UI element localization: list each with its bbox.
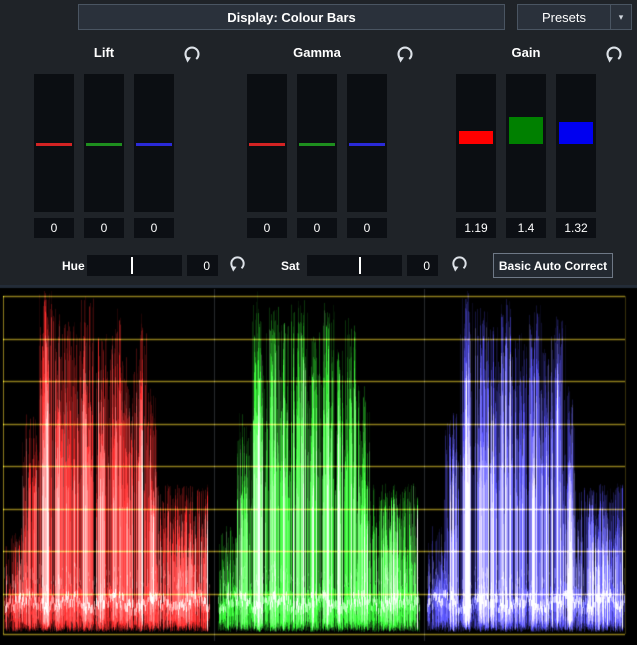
lift-blue-value[interactable]: 0 bbox=[134, 218, 174, 238]
reset-icon bbox=[604, 44, 624, 64]
red-slider-handle[interactable] bbox=[459, 131, 493, 144]
lift-blue-slider[interactable] bbox=[134, 74, 174, 212]
sat-value[interactable]: 0 bbox=[407, 255, 438, 276]
lift-red-slider[interactable] bbox=[34, 74, 74, 212]
gamma-blue-value[interactable]: 0 bbox=[347, 218, 387, 238]
presets-dropdown-arrow[interactable]: ▾ bbox=[610, 5, 631, 29]
presets-split-button[interactable]: Presets ▾ bbox=[517, 4, 632, 30]
reset-icon bbox=[450, 254, 469, 273]
green-slider-handle[interactable] bbox=[299, 143, 335, 146]
red-slider-handle[interactable] bbox=[36, 143, 72, 146]
hue-reset-button[interactable] bbox=[228, 254, 248, 274]
hue-slider[interactable] bbox=[87, 255, 182, 276]
rgb-parade-waveform bbox=[0, 285, 637, 645]
gamma-red-value[interactable]: 0 bbox=[247, 218, 287, 238]
presets-button[interactable]: Presets bbox=[518, 5, 610, 29]
gain-blue-value[interactable]: 1.32 bbox=[556, 218, 596, 238]
gamma-blue-slider[interactable] bbox=[347, 74, 387, 212]
sat-slider[interactable] bbox=[307, 255, 402, 276]
blue-slider-handle[interactable] bbox=[349, 143, 385, 146]
gain-blue-slider[interactable] bbox=[556, 74, 596, 212]
reset-icon bbox=[182, 44, 202, 64]
gain-title: Gain bbox=[512, 45, 541, 60]
hue-label: Hue bbox=[62, 259, 85, 273]
gain-green-slider[interactable] bbox=[506, 74, 546, 212]
reset-icon bbox=[395, 44, 415, 64]
red-slider-handle[interactable] bbox=[249, 143, 285, 146]
gain-red-slider[interactable] bbox=[456, 74, 496, 212]
hue-value[interactable]: 0 bbox=[187, 255, 218, 276]
chevron-down-icon: ▾ bbox=[619, 12, 624, 23]
blue-slider-handle[interactable] bbox=[136, 143, 172, 146]
gain-reset-button[interactable] bbox=[604, 44, 624, 64]
gamma-green-slider[interactable] bbox=[297, 74, 337, 212]
waveform-scope bbox=[0, 285, 637, 645]
lift-reset-button[interactable] bbox=[182, 44, 202, 64]
lift-green-value[interactable]: 0 bbox=[84, 218, 124, 238]
green-slider-handle[interactable] bbox=[86, 143, 122, 146]
gamma-red-slider[interactable] bbox=[247, 74, 287, 212]
gain-green-value[interactable]: 1.4 bbox=[506, 218, 546, 238]
gamma-reset-button[interactable] bbox=[395, 44, 415, 64]
green-slider-handle[interactable] bbox=[509, 117, 543, 144]
reset-icon bbox=[228, 254, 247, 273]
sat-reset-button[interactable] bbox=[450, 254, 470, 274]
sat-label: Sat bbox=[281, 259, 300, 273]
lift-title: Lift bbox=[94, 45, 114, 60]
sat-slider-handle[interactable] bbox=[359, 257, 361, 274]
display-selector-button[interactable]: Display: Colour Bars bbox=[78, 4, 505, 30]
blue-slider-handle[interactable] bbox=[559, 122, 593, 144]
gamma-title: Gamma bbox=[293, 45, 341, 60]
lift-red-value[interactable]: 0 bbox=[34, 218, 74, 238]
lift-green-slider[interactable] bbox=[84, 74, 124, 212]
gain-red-value[interactable]: 1.19 bbox=[456, 218, 496, 238]
hue-slider-handle[interactable] bbox=[131, 257, 133, 274]
gamma-green-value[interactable]: 0 bbox=[297, 218, 337, 238]
basic-auto-correct-button[interactable]: Basic Auto Correct bbox=[493, 253, 613, 278]
colour-correction-panel: Display: Colour Bars Presets ▾ Lift 0 0 … bbox=[0, 0, 637, 645]
